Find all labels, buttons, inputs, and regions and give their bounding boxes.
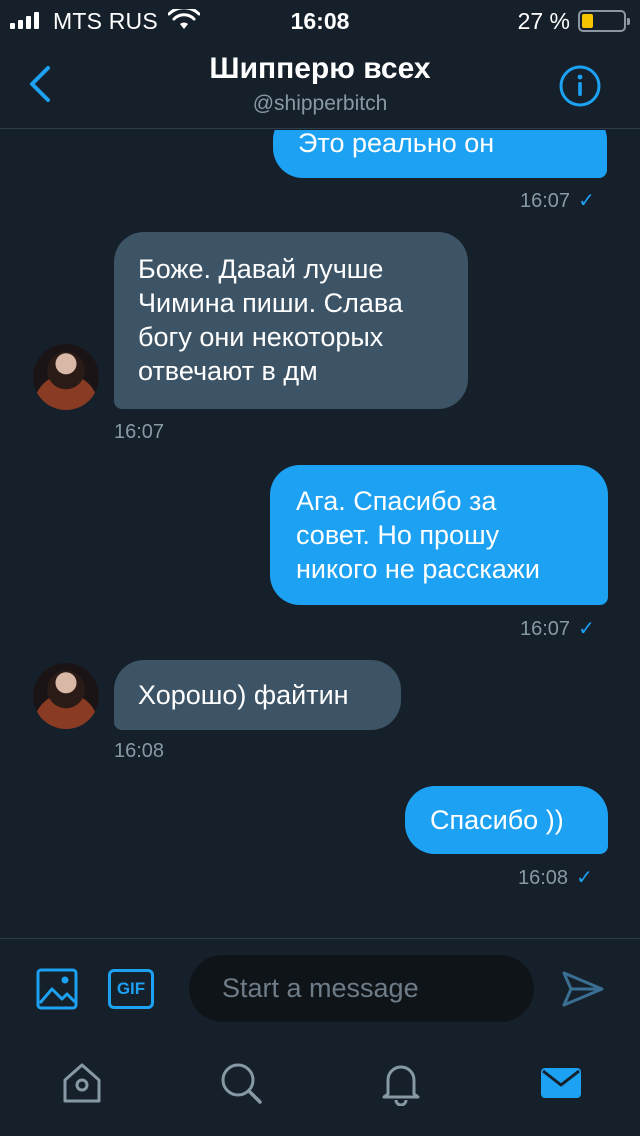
message-composer: GIF bbox=[0, 938, 640, 1038]
notifications-icon[interactable] bbox=[378, 1060, 424, 1106]
conversation-header: Шипперю всех @shipperbitch bbox=[0, 40, 640, 129]
message-bubble-sent[interactable]: Это реально он bbox=[273, 130, 607, 178]
message-text-line: совет. Но прошу bbox=[296, 520, 500, 550]
gif-button[interactable]: GIF bbox=[108, 969, 154, 1009]
message-time: 16:08 bbox=[518, 867, 569, 889]
battery-icon bbox=[578, 10, 630, 32]
message-timestamp: 16:07 bbox=[114, 421, 164, 444]
message-list[interactable]: Это реально он 16:07 ✓ Боже. Давай лучше … bbox=[0, 130, 640, 938]
message-text: Это реально он bbox=[298, 130, 495, 158]
message-time: 16:07 bbox=[520, 190, 571, 212]
image-icon[interactable] bbox=[35, 967, 79, 1011]
message-text-line: никого не расскажи bbox=[296, 554, 540, 584]
message-time: 16:07 bbox=[520, 618, 571, 640]
avatar[interactable] bbox=[33, 663, 99, 729]
dm-conversation-screen: MTS RUS 16:08 27 % Шипперю всех @shipper… bbox=[0, 0, 640, 1136]
home-icon[interactable] bbox=[59, 1060, 105, 1106]
read-check-icon: ✓ bbox=[576, 867, 593, 889]
message-text: Спасибо )) bbox=[430, 805, 564, 835]
message-text: Хорошо) файтин bbox=[138, 680, 349, 710]
battery-fill bbox=[582, 14, 593, 28]
avatar[interactable] bbox=[33, 344, 99, 410]
message-time: 16:07 bbox=[114, 421, 165, 443]
message-text-line: Ага. Спасибо за bbox=[296, 486, 497, 516]
send-icon[interactable] bbox=[561, 969, 605, 1009]
status-bar: MTS RUS 16:08 27 % bbox=[0, 0, 640, 40]
message-timestamp: 16:07 ✓ bbox=[520, 616, 595, 641]
message-timestamp: 16:07 ✓ bbox=[520, 188, 595, 213]
read-check-icon: ✓ bbox=[578, 190, 595, 212]
bottom-tab-bar bbox=[0, 1038, 640, 1136]
conversation-title: Шипперю всех bbox=[209, 52, 431, 85]
message-text-line: отвечают в дм bbox=[138, 356, 318, 386]
message-bubble-sent[interactable]: Спасибо )) bbox=[405, 786, 608, 854]
message-timestamp: 16:08 ✓ bbox=[518, 865, 593, 890]
battery-percent: 27 % bbox=[517, 8, 570, 34]
message-time: 16:08 bbox=[114, 740, 165, 762]
info-button[interactable] bbox=[558, 64, 602, 108]
read-check-icon: ✓ bbox=[578, 618, 595, 640]
message-text-line: Чимина пиши. Слава bbox=[138, 288, 403, 318]
message-input[interactable] bbox=[189, 955, 534, 1022]
search-icon[interactable] bbox=[218, 1060, 264, 1106]
message-bubble-received[interactable]: Хорошо) файтин bbox=[114, 660, 401, 730]
message-bubble-sent[interactable]: Ага. Спасибо за совет. Но прошу никого н… bbox=[270, 465, 608, 605]
conversation-handle: @shipperbitch bbox=[252, 92, 388, 115]
message-timestamp: 16:08 bbox=[114, 740, 164, 763]
messages-icon[interactable] bbox=[538, 1060, 584, 1106]
message-bubble-received[interactable]: Боже. Давай лучше Чимина пиши. Слава бог… bbox=[114, 232, 468, 409]
message-text-line: Боже. Давай лучше bbox=[138, 254, 384, 284]
message-text-line: богу они некоторых bbox=[138, 322, 384, 352]
